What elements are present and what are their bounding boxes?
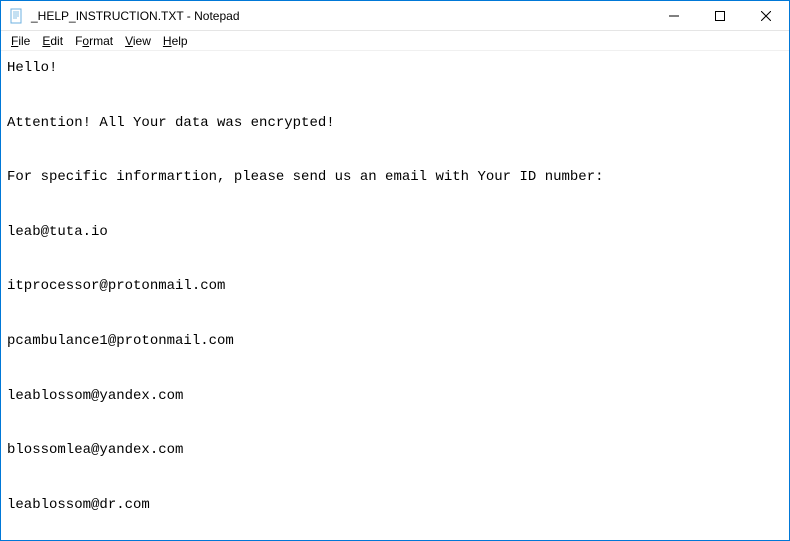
- close-button[interactable]: [743, 1, 789, 30]
- menubar: File Edit Format View Help: [1, 31, 789, 51]
- menu-edit[interactable]: Edit: [36, 33, 69, 49]
- text-line: leab@tuta.io: [7, 224, 108, 240]
- window-title: _HELP_INSTRUCTION.TXT - Notepad: [31, 9, 651, 23]
- notepad-icon: [9, 8, 25, 24]
- text-line: Hello!: [7, 60, 57, 76]
- text-line: pcambulance1@protonmail.com: [7, 333, 234, 349]
- window-controls: [651, 1, 789, 30]
- text-line: itprocessor@protonmail.com: [7, 278, 225, 294]
- menu-file[interactable]: File: [5, 33, 36, 49]
- text-area[interactable]: Hello! Attention! All Your data was encr…: [1, 51, 789, 540]
- maximize-button[interactable]: [697, 1, 743, 30]
- minimize-button[interactable]: [651, 1, 697, 30]
- text-line: For specific informartion, please send u…: [7, 169, 604, 185]
- menu-help[interactable]: Help: [157, 33, 194, 49]
- text-line: blossomlea@yandex.com: [7, 442, 183, 458]
- menu-format[interactable]: Format: [69, 33, 119, 49]
- titlebar[interactable]: _HELP_INSTRUCTION.TXT - Notepad: [1, 1, 789, 31]
- text-line: Attention! All Your data was encrypted!: [7, 115, 335, 131]
- text-line: leablossom@yandex.com: [7, 388, 183, 404]
- notepad-window: _HELP_INSTRUCTION.TXT - Notepad File Edi…: [0, 0, 790, 541]
- text-line: leablossom@dr.com: [7, 497, 150, 513]
- menu-view[interactable]: View: [119, 33, 157, 49]
